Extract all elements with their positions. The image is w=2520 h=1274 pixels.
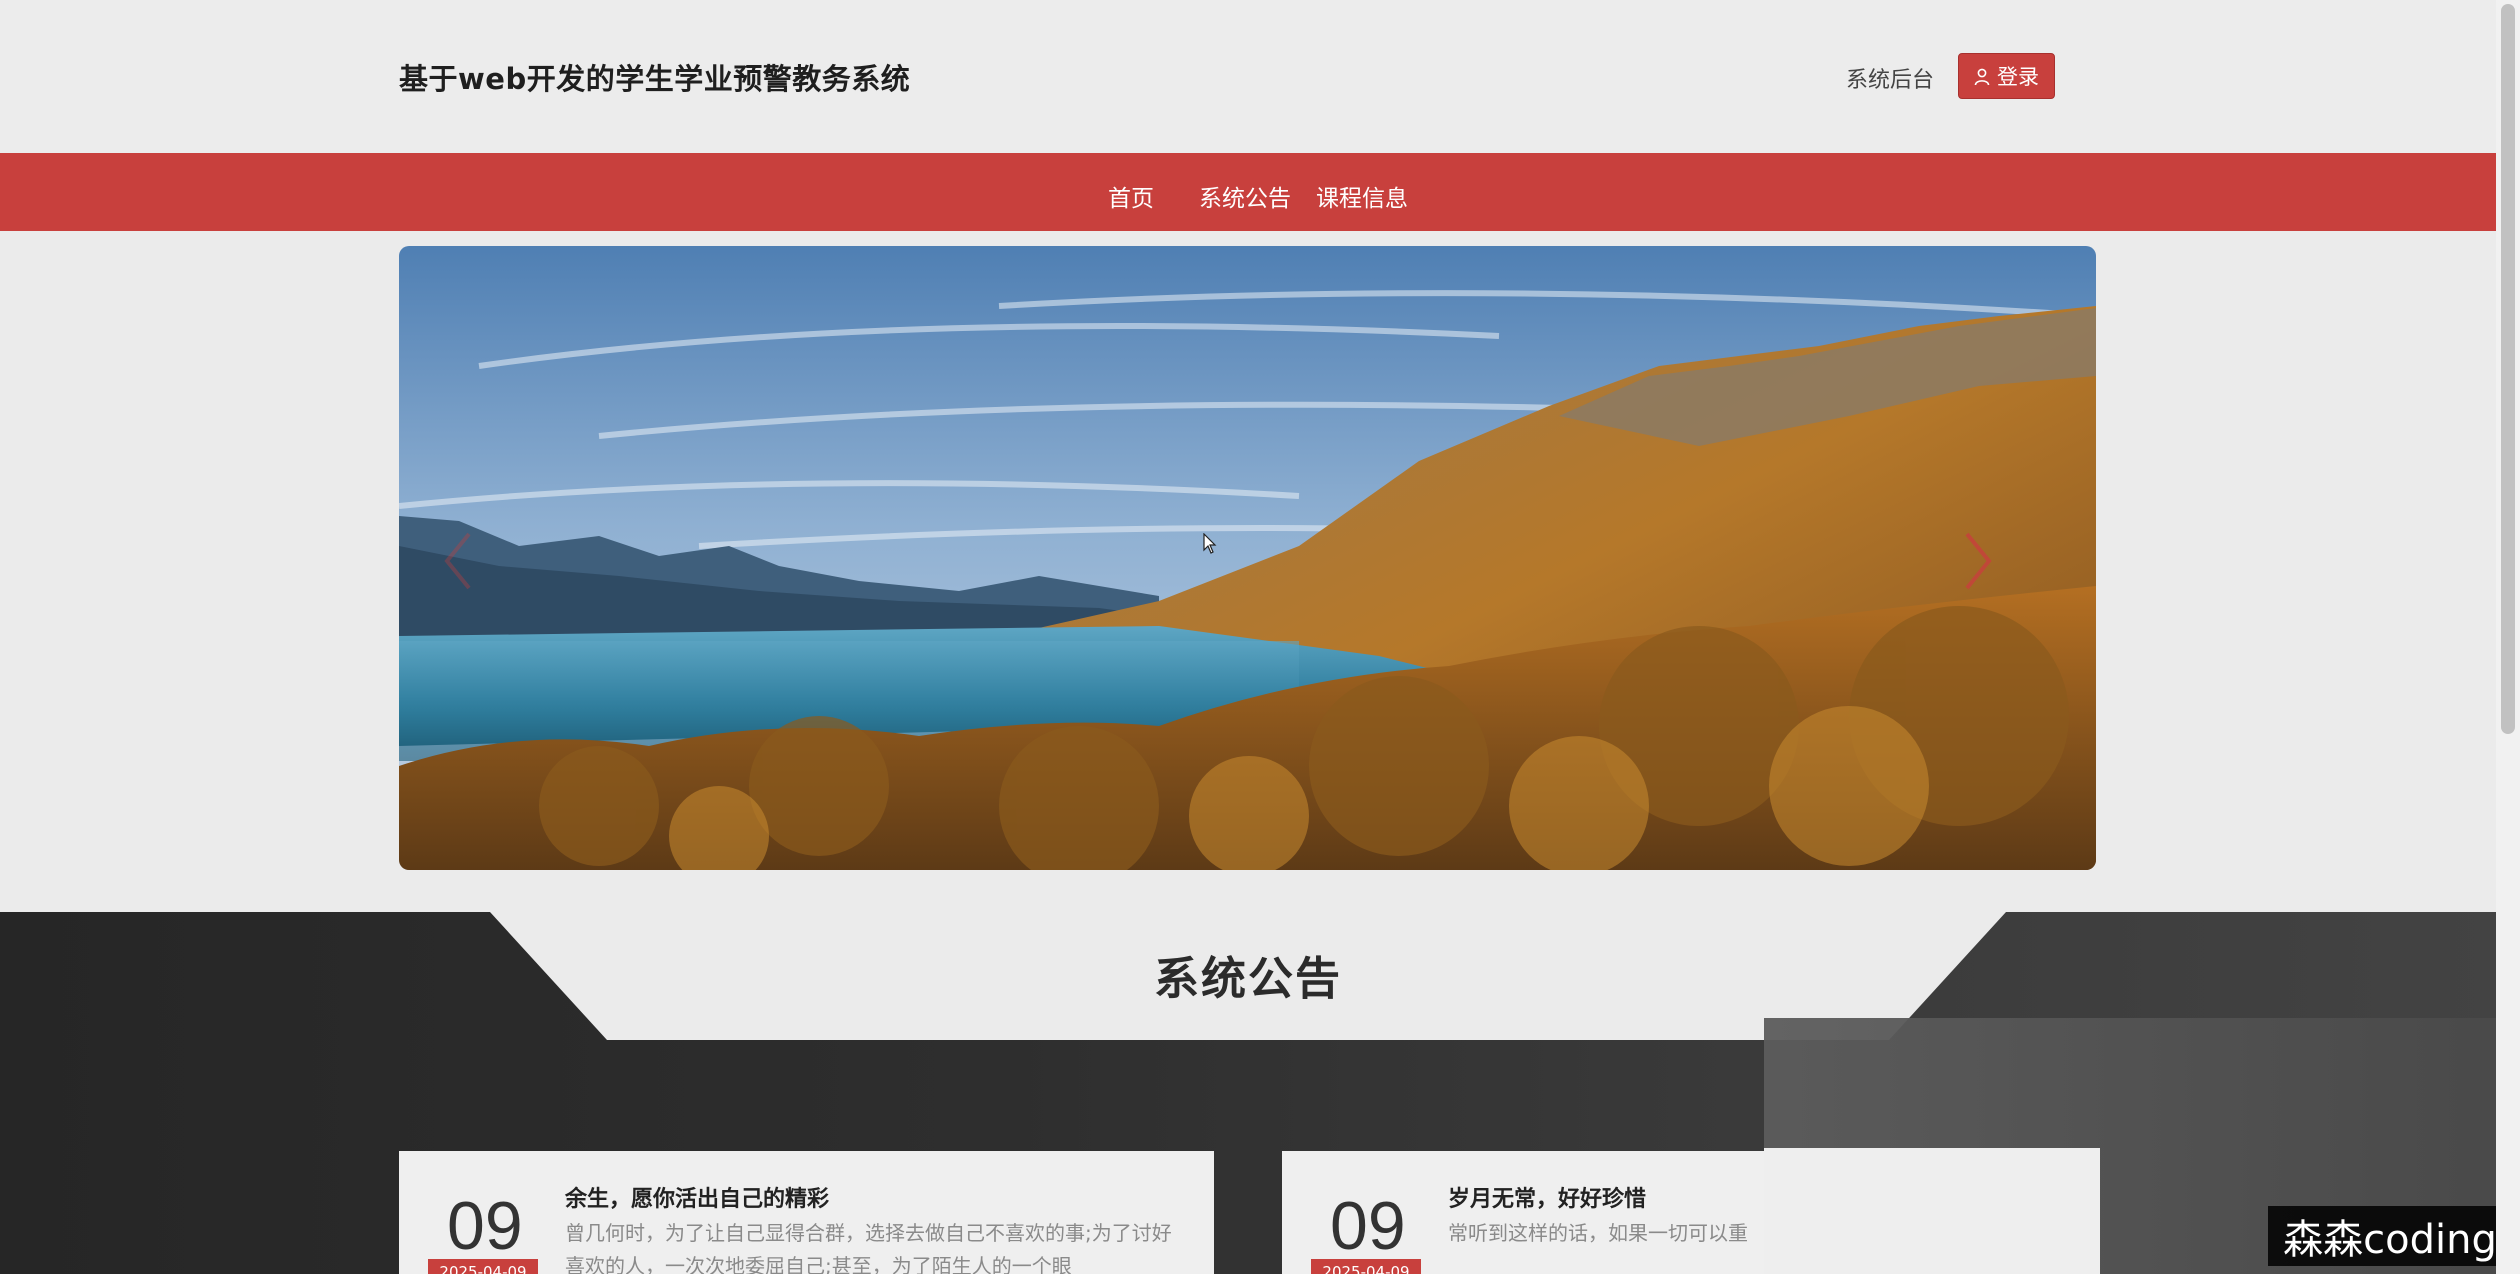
admin-link[interactable]: 系统后台 bbox=[1846, 62, 1934, 94]
mouse-cursor-icon bbox=[1203, 533, 1217, 554]
login-label: 登录 bbox=[1997, 65, 2039, 89]
scrollbar-thumb[interactable] bbox=[2501, 4, 2515, 734]
nav-item-courses[interactable]: 课程信息 bbox=[1316, 179, 1408, 213]
notice-card[interactable]: 09 2025-04-09 岁月无常，好好珍惜 常听到这样的话，如果一切可以重来… bbox=[1282, 1151, 1764, 1274]
notice-date: 2025-04-09 bbox=[428, 1259, 538, 1274]
carousel-prev-button[interactable] bbox=[439, 526, 479, 596]
site-header: 基于web开发的学生学业预警教务系统 系统后台 登录 bbox=[0, 0, 2496, 153]
notice-day: 09 bbox=[447, 1188, 523, 1264]
chevron-left-icon bbox=[444, 532, 471, 590]
notice-section: 系统公告 09 2025-04-09 余生，愿你活出自己的精彩 曾几何时，为了让… bbox=[0, 912, 2496, 1274]
notice-title[interactable]: 余生，愿你活出自己的精彩 bbox=[565, 1181, 829, 1213]
page-scrollbar[interactable] bbox=[2496, 0, 2520, 1274]
notice-day: 09 bbox=[1330, 1188, 1406, 1264]
chevron-right-icon bbox=[1965, 532, 1992, 590]
nav-item-home[interactable]: 首页 bbox=[1108, 179, 1154, 213]
notice-date: 2025-04-09 bbox=[1311, 1259, 1421, 1274]
section-title: 系统公告 bbox=[1153, 952, 1342, 1005]
user-icon bbox=[1974, 67, 1990, 86]
notice-excerpt: 曾几何时，为了让自己显得合群，选择去做自己不喜欢的事;为了讨好喜欢的人，一次次地… bbox=[565, 1221, 1172, 1274]
carousel-next-button[interactable] bbox=[1957, 526, 1997, 596]
notice-card[interactable]: 09 2025-04-09 余生，愿你活出自己的精彩 曾几何时，为了让自己显得合… bbox=[399, 1151, 1214, 1274]
watermark: 森森coding bbox=[2268, 1206, 2512, 1266]
login-button[interactable]: 登录 bbox=[1958, 53, 2055, 99]
hero-carousel[interactable] bbox=[399, 246, 2096, 870]
decorative-overlay-light bbox=[1764, 1148, 2100, 1274]
nav-item-notices[interactable]: 系统公告 bbox=[1199, 179, 1291, 213]
notice-excerpt: 常听到这样的话，如果一切可以重来，我一定好好爱，一定会坚持。如果有下辈子，我一定… bbox=[1448, 1221, 1748, 1245]
banner-landscape-image bbox=[399, 246, 2096, 870]
site-title[interactable]: 基于web开发的学生学业预警教务系统 bbox=[399, 56, 910, 98]
main-nav: 首页 系统公告 课程信息 bbox=[0, 153, 2496, 231]
notice-title[interactable]: 岁月无常，好好珍惜 bbox=[1448, 1181, 1646, 1213]
